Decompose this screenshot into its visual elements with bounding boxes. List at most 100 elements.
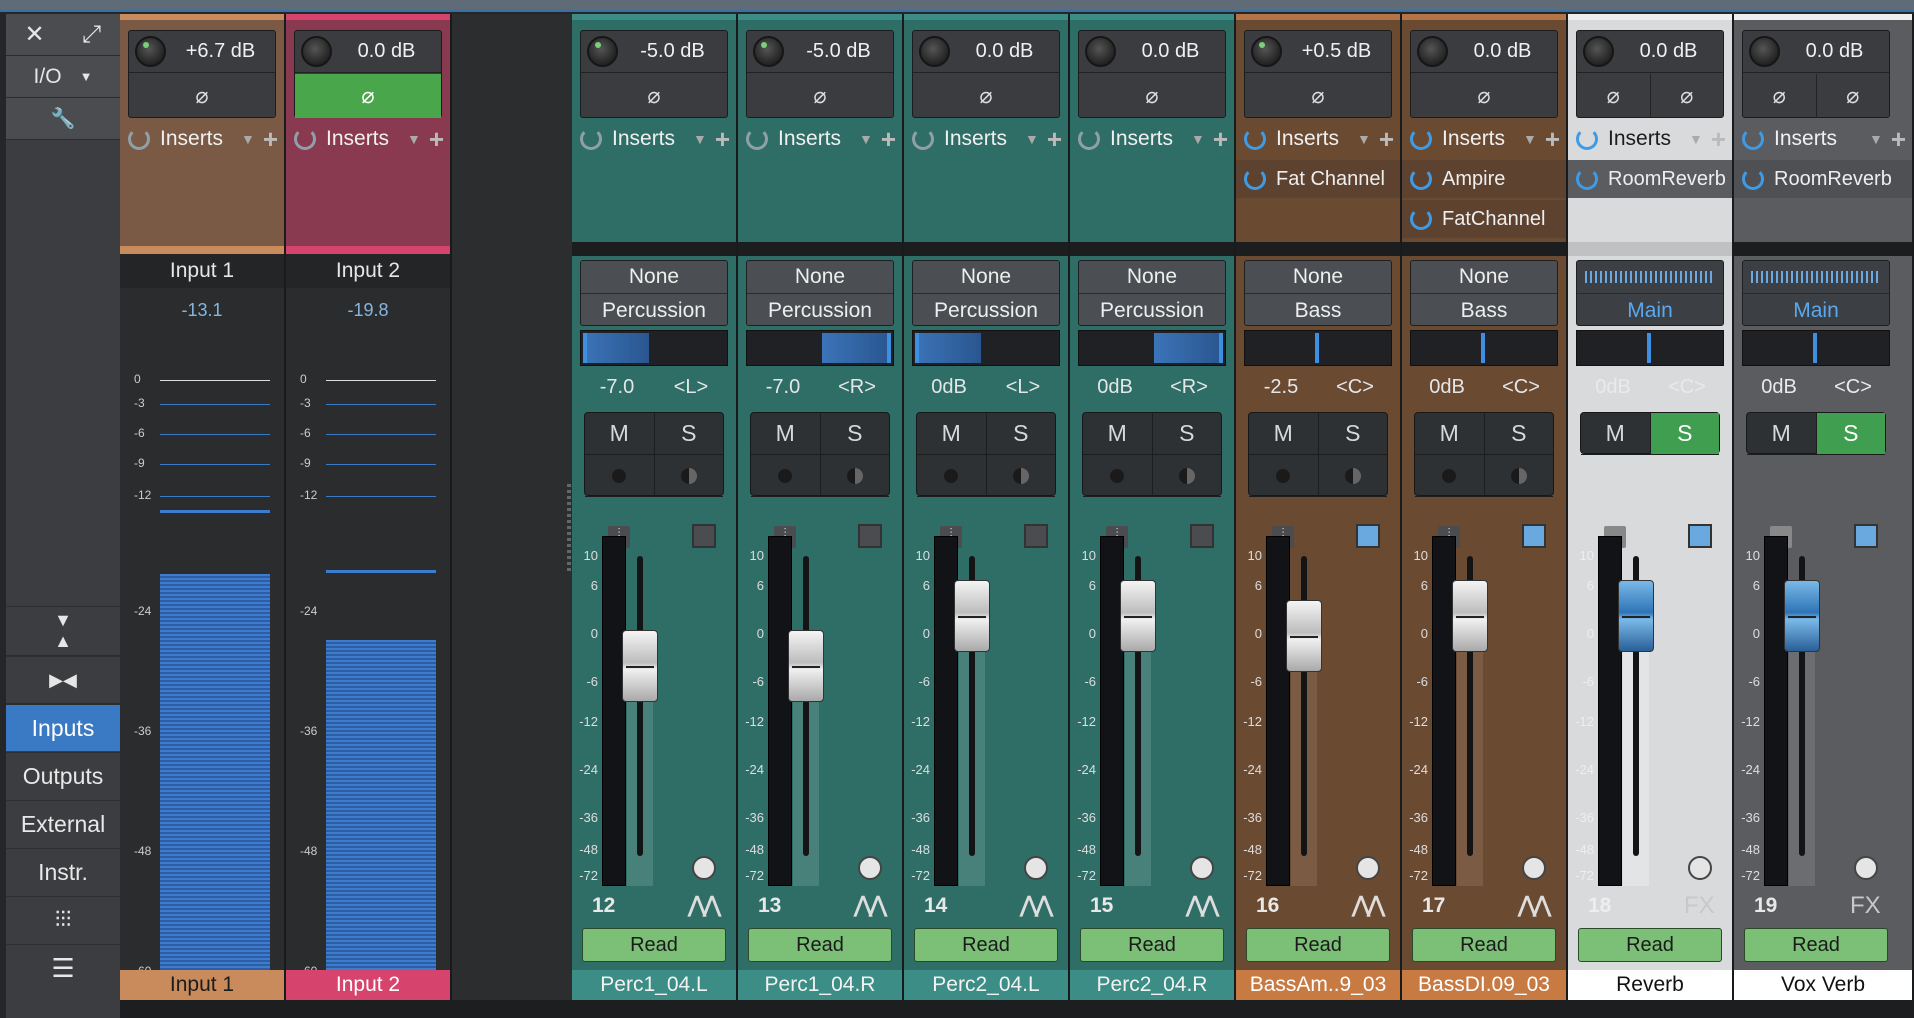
close-icon[interactable]: ✕ — [6, 14, 63, 56]
chevron-down-icon[interactable]: ▼ — [1191, 131, 1205, 147]
pan-slider[interactable] — [746, 330, 894, 366]
input-route[interactable]: None — [1411, 261, 1557, 294]
routing-box[interactable]: None Bass — [1410, 260, 1558, 326]
chevron-down-icon[interactable]: ▼ — [859, 131, 873, 147]
channel-list-icon[interactable]: ⫶⫶⫶ — [6, 896, 120, 943]
phase-invert-right-button[interactable]: ⌀ — [1651, 74, 1724, 118]
gain-knob[interactable] — [753, 36, 784, 67]
automation-read-button[interactable]: Read — [914, 928, 1058, 962]
collapse-vertical-icon[interactable]: ▼ ▲ — [6, 606, 120, 656]
add-icon[interactable]: + — [1047, 124, 1062, 155]
chevron-down-icon[interactable]: ▼ — [1689, 131, 1703, 147]
power-icon[interactable] — [580, 128, 602, 150]
channel-name-label[interactable]: Reverb — [1568, 970, 1732, 1000]
monitor-button[interactable] — [986, 455, 1055, 497]
monitor-button[interactable] — [1484, 455, 1553, 497]
insert-slot[interactable]: Ampire — [1402, 160, 1566, 198]
add-icon[interactable]: + — [1379, 124, 1394, 155]
insert-slot[interactable]: Fat Channel — [1236, 160, 1400, 198]
input-route[interactable] — [1577, 261, 1723, 294]
insert-slot[interactable]: FatChannel — [1402, 200, 1566, 238]
solo-button[interactable]: S — [820, 413, 889, 455]
gain-knob[interactable] — [1251, 36, 1282, 67]
channel-name-label[interactable]: BassAm..9_03 — [1236, 970, 1400, 1000]
gain-knob[interactable] — [1583, 36, 1614, 67]
solo-button[interactable]: S — [1650, 413, 1719, 455]
power-icon[interactable] — [1078, 128, 1100, 150]
phase-invert-button[interactable]: ⌀ — [295, 74, 441, 118]
output-route[interactable]: Percussion — [913, 294, 1059, 327]
solo-button[interactable]: S — [1152, 413, 1221, 455]
input-route[interactable]: None — [747, 261, 893, 294]
pan-slider[interactable] — [912, 330, 1060, 366]
power-icon[interactable] — [1410, 128, 1432, 150]
channel-name-label[interactable]: Perc1_04.L — [572, 970, 736, 1000]
record-arm-button[interactable] — [1249, 455, 1319, 497]
horizontal-scrollbar[interactable] — [120, 1000, 1914, 1018]
power-icon[interactable] — [1410, 208, 1432, 230]
routing-box[interactable]: None Percussion — [912, 260, 1060, 326]
phase-invert-button[interactable]: ⌀ — [1411, 74, 1557, 118]
output-route[interactable]: Main — [1743, 294, 1889, 327]
chevron-down-icon[interactable]: ▼ — [1523, 131, 1537, 147]
automation-read-button[interactable]: Read — [748, 928, 892, 962]
add-icon[interactable]: + — [429, 124, 444, 155]
waveform-icon[interactable]: ⋀⋀ — [854, 892, 887, 918]
power-icon[interactable] — [1576, 168, 1598, 190]
gain-knob[interactable] — [587, 36, 618, 67]
waveform-icon[interactable]: ⋀⋀ — [1518, 892, 1551, 918]
gain-knob[interactable] — [1417, 36, 1448, 67]
monitor-button[interactable] — [654, 455, 723, 497]
mute-button[interactable]: M — [1249, 413, 1319, 455]
mute-button[interactable]: M — [585, 413, 655, 455]
output-route[interactable]: Percussion — [747, 294, 893, 327]
pan-dial-icon[interactable] — [692, 856, 716, 880]
pan-dial-icon[interactable] — [1190, 856, 1214, 880]
monitor-button[interactable] — [1152, 455, 1221, 497]
phase-invert-right-button[interactable]: ⌀ — [1817, 74, 1890, 118]
mute-button[interactable]: M — [1415, 413, 1485, 455]
record-arm-button[interactable] — [917, 455, 987, 497]
channel-name-label[interactable]: Input 2 — [286, 970, 450, 1000]
gain-knob[interactable] — [1749, 36, 1780, 67]
pan-dial-icon[interactable] — [1024, 856, 1048, 880]
io-button[interactable]: I/O ▼ — [6, 56, 120, 98]
automation-read-button[interactable]: Read — [1080, 928, 1224, 962]
pan-slider[interactable] — [580, 330, 728, 366]
phase-invert-button[interactable]: ⌀ — [1743, 74, 1817, 118]
mute-button[interactable]: M — [1083, 413, 1153, 455]
mute-button[interactable]: M — [1747, 413, 1817, 455]
volume-fader-cap[interactable] — [1120, 580, 1156, 652]
record-arm-button[interactable] — [751, 455, 821, 497]
routing-box[interactable]: Main — [1742, 260, 1890, 326]
output-route[interactable]: Percussion — [581, 294, 727, 327]
pan-dial-icon[interactable] — [858, 856, 882, 880]
channel-name-label[interactable]: Perc1_04.R — [738, 970, 902, 1000]
volume-fader-cap[interactable] — [1452, 580, 1488, 652]
routing-box[interactable]: None Percussion — [746, 260, 894, 326]
gain-knob[interactable] — [1085, 36, 1116, 67]
record-arm-button[interactable] — [1083, 455, 1153, 497]
chevron-down-icon[interactable]: ▼ — [1025, 131, 1039, 147]
channel-name-label[interactable]: Input 1 — [120, 970, 284, 1000]
chevron-down-icon[interactable]: ▼ — [407, 131, 421, 147]
volume-fader-cap[interactable] — [1784, 580, 1820, 652]
solo-button[interactable]: S — [654, 413, 723, 455]
pan-dial-icon[interactable] — [1356, 856, 1380, 880]
record-arm-button[interactable] — [1415, 455, 1485, 497]
chevron-down-icon[interactable]: ▼ — [1357, 131, 1371, 147]
automation-read-button[interactable]: Read — [1412, 928, 1556, 962]
add-icon[interactable]: + — [715, 124, 730, 155]
pan-slider[interactable] — [1742, 330, 1890, 366]
record-arm-button[interactable] — [585, 455, 655, 497]
phase-invert-button[interactable]: ⌀ — [581, 74, 727, 118]
input-route[interactable] — [1743, 261, 1889, 294]
nav-outputs[interactable]: Outputs — [6, 752, 120, 799]
automation-read-button[interactable]: Read — [1578, 928, 1722, 962]
power-icon[interactable] — [1244, 128, 1266, 150]
waveform-icon[interactable]: ⋀⋀ — [688, 892, 721, 918]
nav-instruments[interactable]: Instr. — [6, 848, 120, 895]
gain-knob[interactable] — [135, 36, 166, 67]
output-route[interactable]: Bass — [1411, 294, 1557, 327]
output-route[interactable]: Percussion — [1079, 294, 1225, 327]
